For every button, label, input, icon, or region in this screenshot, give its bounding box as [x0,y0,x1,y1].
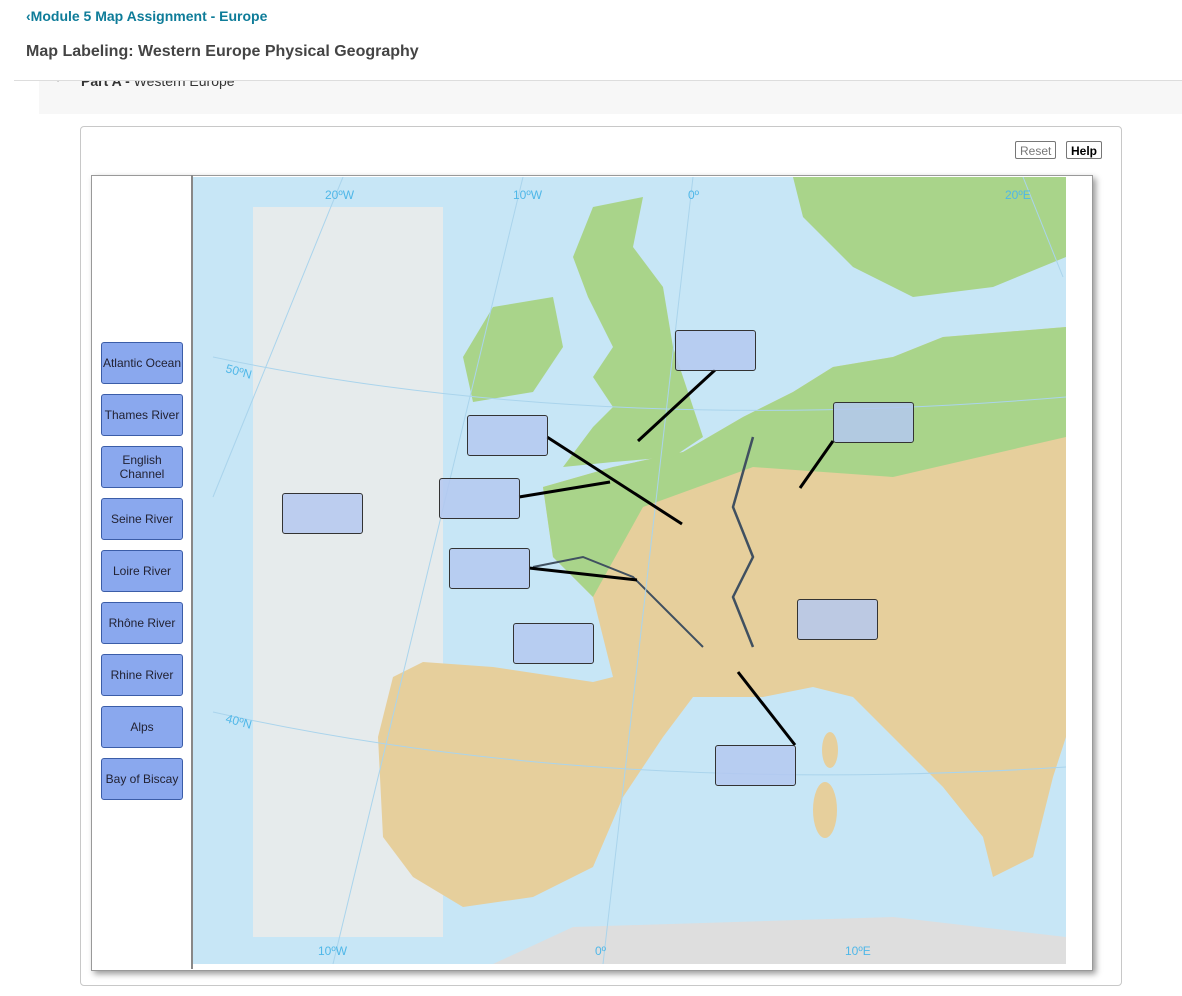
part-title: Western Europe [133,81,235,89]
label-seine-river[interactable]: Seine River [101,498,183,540]
section-header[interactable]: ▾ Part A - Western Europe [39,81,1182,114]
graticule-label: 10ºW [318,944,348,958]
drop-target[interactable] [833,402,914,443]
drop-target[interactable] [675,330,756,371]
part-label: Part A - [81,81,134,89]
europe-map: 20ºW 10ºW 0º 20ºE 50ºN 40ºN 10ºW 0º 10ºE [193,177,1066,964]
drop-target[interactable] [439,478,520,519]
back-link[interactable]: ‹Module 5 Map Assignment - Europe [26,8,267,24]
drop-target[interactable] [797,599,878,640]
label-thames-river[interactable]: Thames River [101,394,183,436]
graticule-label: 0º [688,188,700,202]
label-alps[interactable]: Alps [101,706,183,748]
label-bay-of-biscay[interactable]: Bay of Biscay [101,758,183,800]
graticule-label: 20ºW [325,188,355,202]
graticule-label: 0º [595,944,607,958]
drop-target[interactable] [513,623,594,664]
graticule-label: 10ºW [513,188,543,202]
graticule-label: 10ºE [845,944,871,958]
drop-target[interactable] [715,745,796,786]
drop-target[interactable] [449,548,530,589]
drop-target[interactable] [467,415,548,456]
help-button[interactable]: Help [1066,141,1103,159]
drop-target[interactable] [282,493,363,534]
label-rhone-river[interactable]: Rhône River [101,602,183,644]
graticule-label: 20ºE [1005,188,1031,202]
label-atlantic-ocean[interactable]: Atlantic Ocean [101,342,183,384]
label-loire-river[interactable]: Loire River [101,550,183,592]
reset-button[interactable]: Reset [1015,141,1057,159]
page-title: Map Labeling: Western Europe Physical Ge… [26,43,419,60]
label-rhine-river[interactable]: Rhine River [101,654,183,696]
label-english-channel[interactable]: English Channel [101,446,183,488]
caret-down-icon: ▾ [55,81,61,85]
label-bank: Atlantic Ocean Thames River English Chan… [91,175,193,969]
